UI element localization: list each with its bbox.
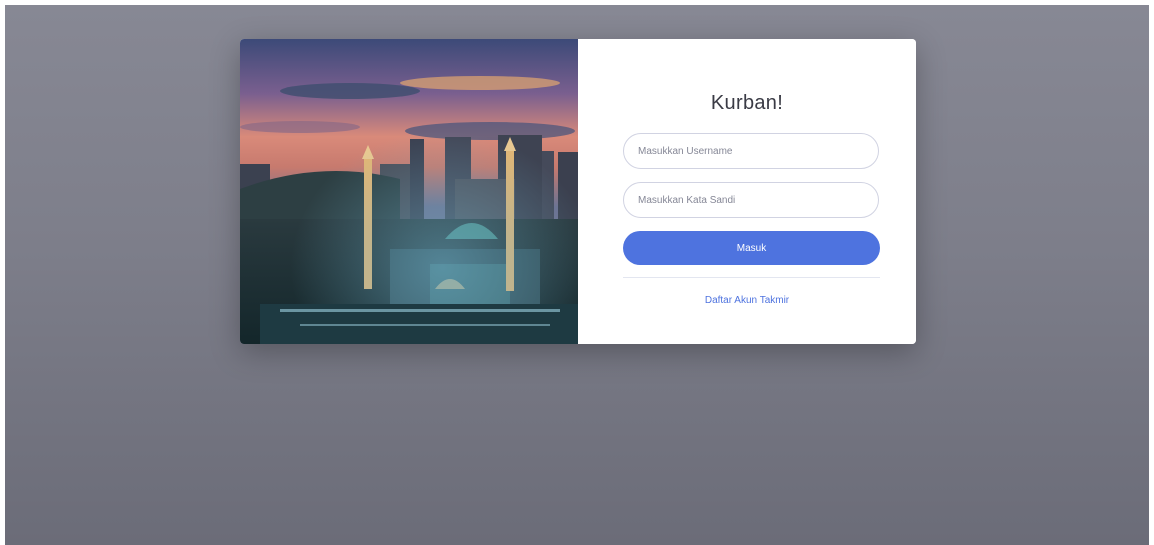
username-input[interactable] — [623, 133, 879, 169]
password-input[interactable] — [623, 182, 879, 218]
form-title: Kurban! — [710, 92, 784, 114]
login-button[interactable]: Masuk — [623, 231, 880, 265]
login-form: Kurban! Masuk Daftar Akun Takmir — [578, 39, 916, 344]
mosque-photo — [240, 39, 578, 344]
register-link[interactable]: Daftar Akun Takmir — [578, 295, 916, 306]
login-card: Kurban! Masuk Daftar Akun Takmir — [240, 39, 916, 344]
divider — [623, 277, 880, 278]
